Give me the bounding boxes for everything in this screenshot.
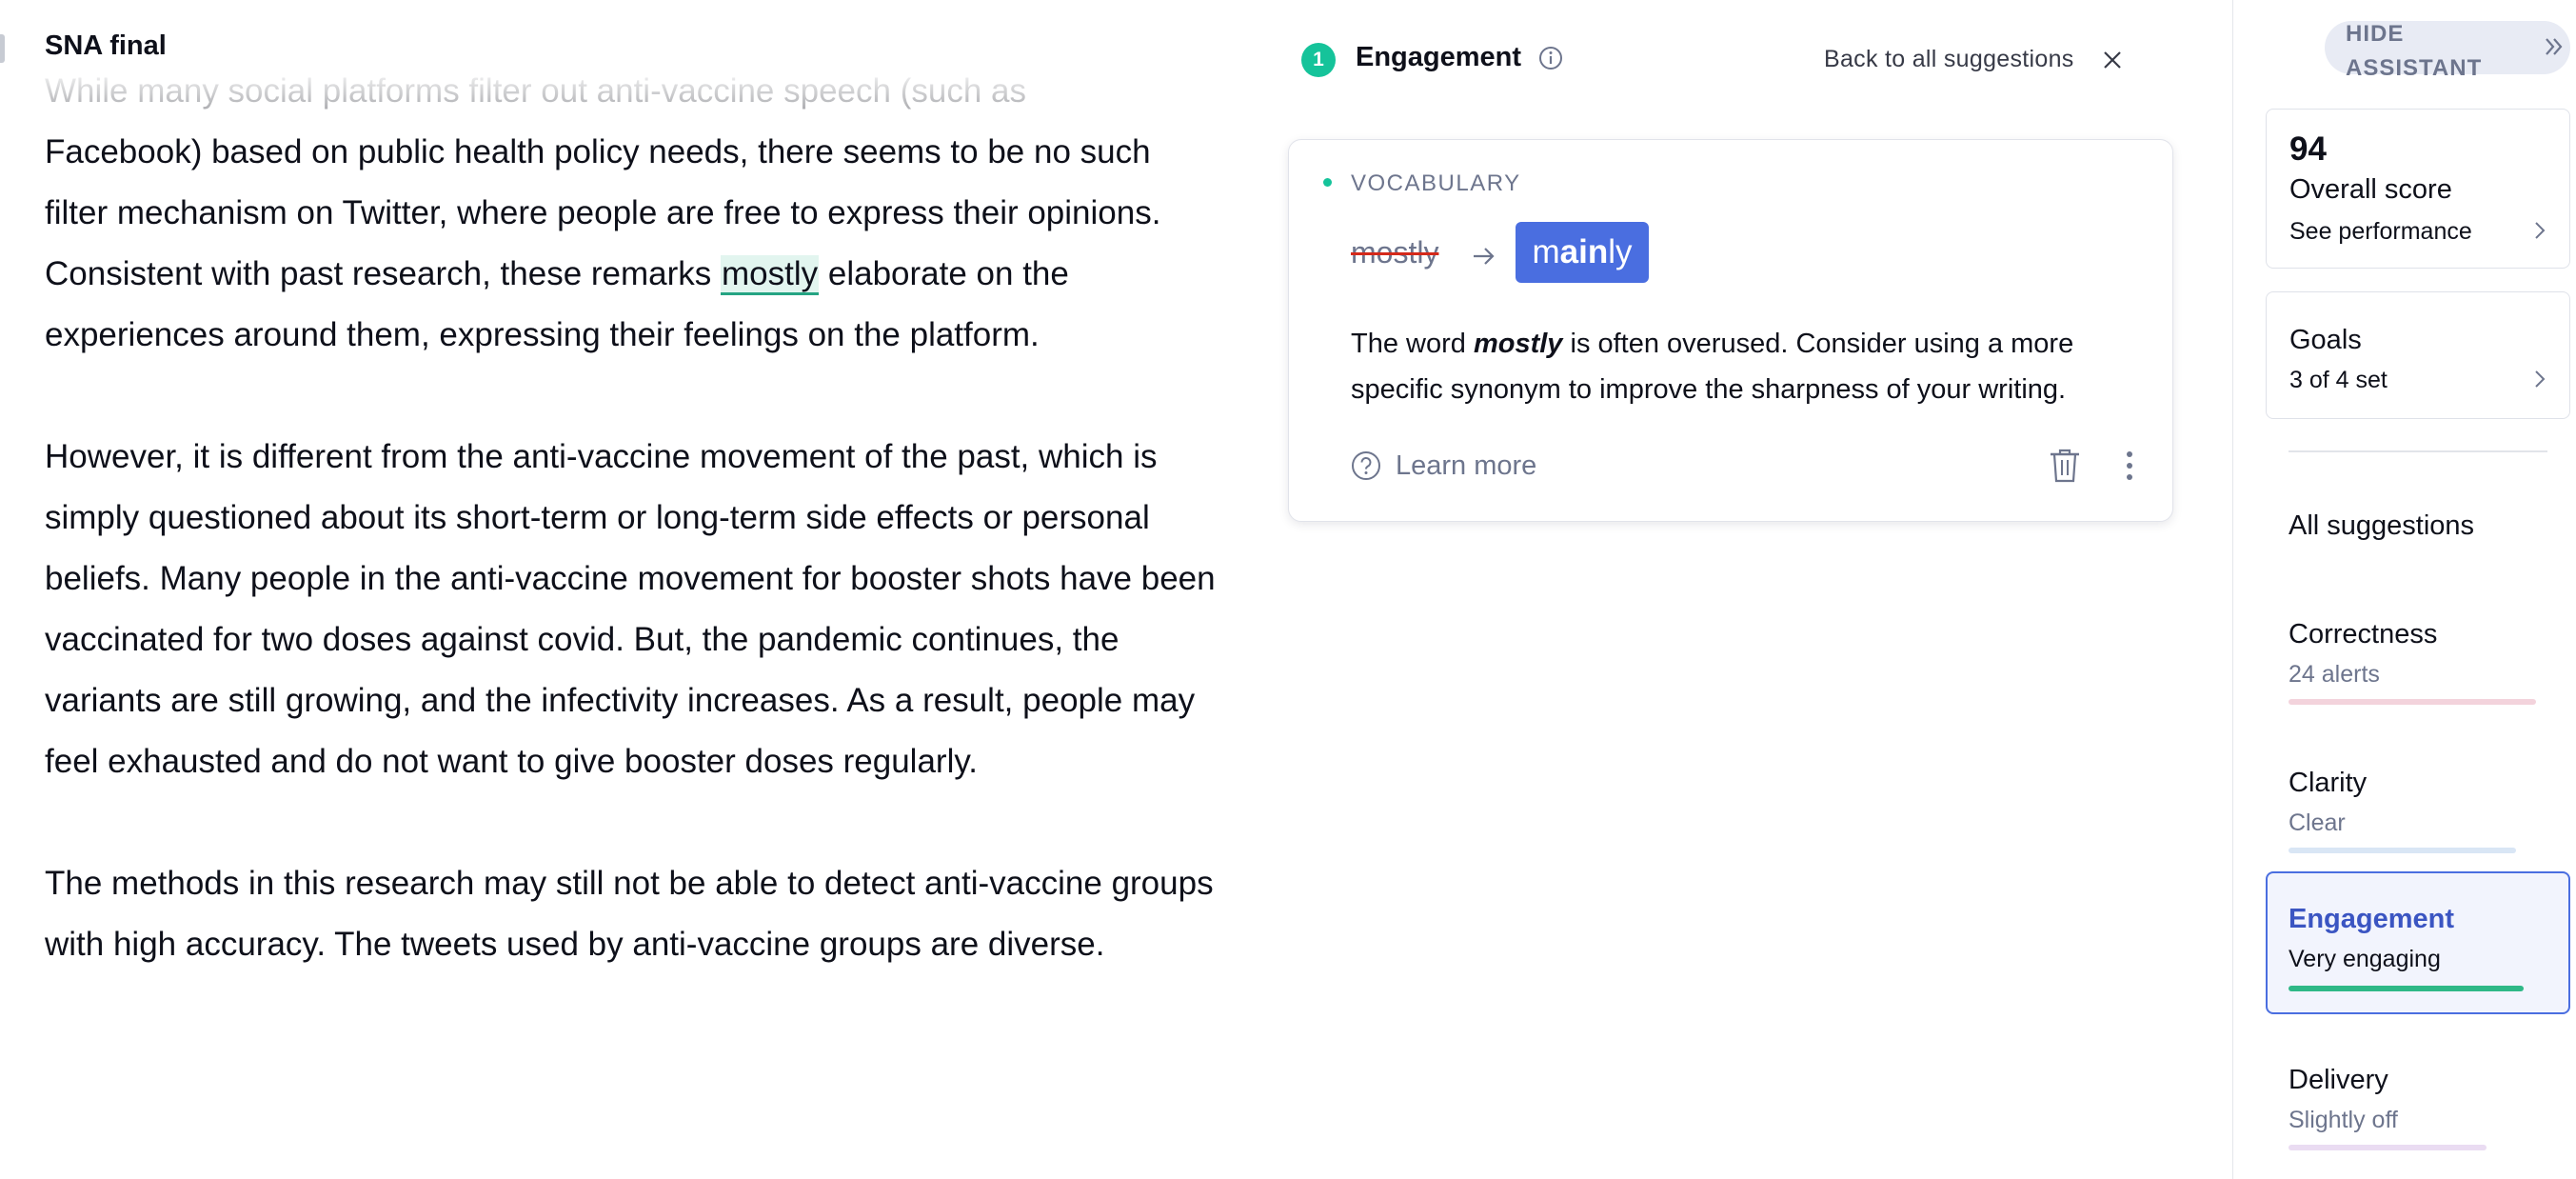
category-engagement[interactable]: Engagement Very engaging xyxy=(2266,871,2570,1014)
all-suggestions-link[interactable]: All suggestions xyxy=(2289,510,2474,542)
original-word: mostly xyxy=(1351,235,1439,270)
info-icon[interactable] xyxy=(1536,44,1565,72)
more-options-icon[interactable] xyxy=(2123,449,2136,483)
hide-assistant-button[interactable]: HIDE ASSISTANT xyxy=(2325,21,2570,81)
document-body[interactable]: While many social platforms filter out a… xyxy=(45,67,1216,1036)
document-editor[interactable]: While many social platforms filter out a… xyxy=(45,67,1216,1179)
overall-score-label: Overall score xyxy=(2289,174,2452,205)
category-status: Very engaging xyxy=(2289,946,2441,972)
goals-card[interactable]: Goals 3 of 4 set xyxy=(2266,291,2570,419)
left-edge-tab[interactable] xyxy=(0,34,5,63)
replacement-change: ain xyxy=(1559,233,1609,270)
highlighted-word[interactable]: mostly xyxy=(721,255,820,295)
category-delivery[interactable]: Delivery Slightly off xyxy=(2266,1038,2570,1179)
learn-more-link[interactable]: Learn more xyxy=(1396,450,1536,482)
double-chevron-right-icon xyxy=(2546,38,2563,55)
see-performance-link[interactable]: See performance xyxy=(2289,218,2472,246)
category-name: Clarity xyxy=(2289,768,2368,798)
replacement-prefix: m xyxy=(1532,233,1560,270)
description-start: The word xyxy=(1351,329,1474,359)
category-correctness[interactable]: Correctness 24 alerts xyxy=(2266,592,2570,735)
overall-score-value: 94 xyxy=(2289,130,2327,168)
category-progress-bar xyxy=(2289,699,2536,705)
close-icon[interactable] xyxy=(2099,47,2126,73)
category-status: Clear xyxy=(2289,809,2346,836)
category-name: Engagement xyxy=(2289,904,2455,934)
chevron-right-icon xyxy=(2535,370,2546,388)
paragraph-2[interactable]: However, it is different from the anti-v… xyxy=(45,427,1216,792)
chevron-right-icon xyxy=(2535,222,2546,239)
suggestion-description: The word mostly is often overused. Consi… xyxy=(1351,321,2131,412)
goals-label: Goals xyxy=(2289,325,2362,355)
replacement-suffix: ly xyxy=(1608,233,1633,270)
assistant-sidebar: HIDE ASSISTANT 94 Overall score See perf… xyxy=(2232,0,2576,1179)
question-circle-icon[interactable] xyxy=(1350,450,1382,482)
hide-assistant-label: HIDE ASSISTANT xyxy=(2346,21,2483,81)
goals-status: 3 of 4 set xyxy=(2289,367,2388,393)
suggestion-category: VOCABULARY xyxy=(1351,170,1521,196)
accept-suggestion-button[interactable]: mainly xyxy=(1516,222,1649,283)
category-dot xyxy=(1323,178,1332,187)
overall-score-card[interactable]: 94 Overall score See performance xyxy=(2266,109,2570,269)
description-word: mostly xyxy=(1473,329,1563,359)
category-name: Correctness xyxy=(2289,619,2438,649)
paragraph-3[interactable]: The methods in this research may still n… xyxy=(45,853,1216,975)
back-to-all-suggestions-link[interactable]: Back to all suggestions xyxy=(1824,46,2074,73)
document-title: SNA final xyxy=(45,30,167,61)
paragraph-1[interactable]: Facebook) based on public health policy … xyxy=(45,122,1216,366)
category-progress-bar xyxy=(2289,986,2524,991)
sidebar-divider xyxy=(2289,450,2547,452)
category-status: 24 alerts xyxy=(2289,661,2380,688)
trash-icon[interactable] xyxy=(2047,447,2083,485)
category-progress-bar xyxy=(2289,848,2516,853)
category-name: Delivery xyxy=(2289,1065,2388,1095)
suggestion-count-badge: 1 xyxy=(1301,43,1336,77)
category-status: Slightly off xyxy=(2289,1107,2398,1133)
suggestion-card[interactable]: VOCABULARY mostly mainly The word mostly… xyxy=(1288,139,2173,522)
faded-line: While many social platforms filter out a… xyxy=(45,72,1026,110)
arrow-right-icon xyxy=(1474,248,1495,265)
category-clarity[interactable]: Clarity Clear xyxy=(2266,741,2570,884)
app-window: SNA final While many social platforms fi… xyxy=(0,0,2576,1179)
category-progress-bar xyxy=(2289,1145,2487,1150)
panel-title: Engagement xyxy=(1356,42,1522,72)
